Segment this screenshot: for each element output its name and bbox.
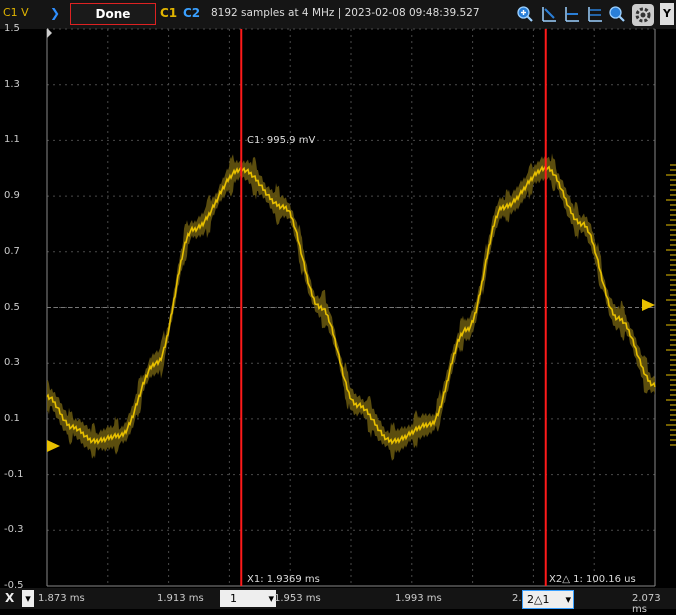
- x2-delta-readout: X2△ 1: 100.16 us: [549, 574, 636, 585]
- x-tick-label: 1.913 ms: [157, 593, 204, 604]
- y-tick-label: -0.3: [4, 524, 24, 536]
- chevron-down-icon: ▾: [565, 593, 571, 606]
- y-tick-label: 1.5: [4, 23, 20, 34]
- x-axis-button[interactable]: X: [5, 591, 14, 605]
- y-tick-label: 0.5: [4, 301, 20, 313]
- cursor-1-select[interactable]: 1 ▾: [220, 590, 276, 607]
- y-tick-label: 1.1: [4, 134, 20, 146]
- y-tick-label: 0.3: [4, 357, 20, 369]
- x1-readout: X1: 1.9369 ms: [247, 574, 320, 585]
- y-tick-label: -0.1: [4, 468, 24, 480]
- grid: [46, 28, 656, 587]
- x-axis-dropdown[interactable]: ▾: [22, 590, 34, 607]
- y-tick-label: 0.9: [4, 190, 20, 202]
- cursor-1-select-value: 1: [230, 592, 237, 605]
- x-tick-label: 2.073 ms: [632, 593, 661, 615]
- oscilloscope-plot[interactable]: [0, 0, 676, 609]
- x-tick-label: 1.993 ms: [395, 593, 442, 604]
- x-tick-label: 2.: [512, 593, 522, 604]
- cursor-2-select[interactable]: 2△1 ▾: [522, 590, 574, 609]
- cursor-2-select-value: 2△1: [527, 593, 550, 606]
- channel-1-offset-marker[interactable]: [47, 440, 60, 452]
- x-tick-label: 1.953 ms: [274, 593, 321, 604]
- right-ruler: [666, 164, 676, 446]
- y-tick-label: 0.1: [4, 412, 20, 424]
- trigger-level-marker[interactable]: [642, 299, 655, 311]
- top-left-marker: [47, 28, 52, 38]
- y-tick-label: 1.3: [4, 78, 20, 90]
- x-tick-label: 1.873 ms: [38, 593, 85, 604]
- c1-readout: C1: 995.9 mV: [247, 135, 316, 146]
- bottom-axis-bar: [0, 588, 676, 609]
- y-tick-label: 0.7: [4, 245, 20, 257]
